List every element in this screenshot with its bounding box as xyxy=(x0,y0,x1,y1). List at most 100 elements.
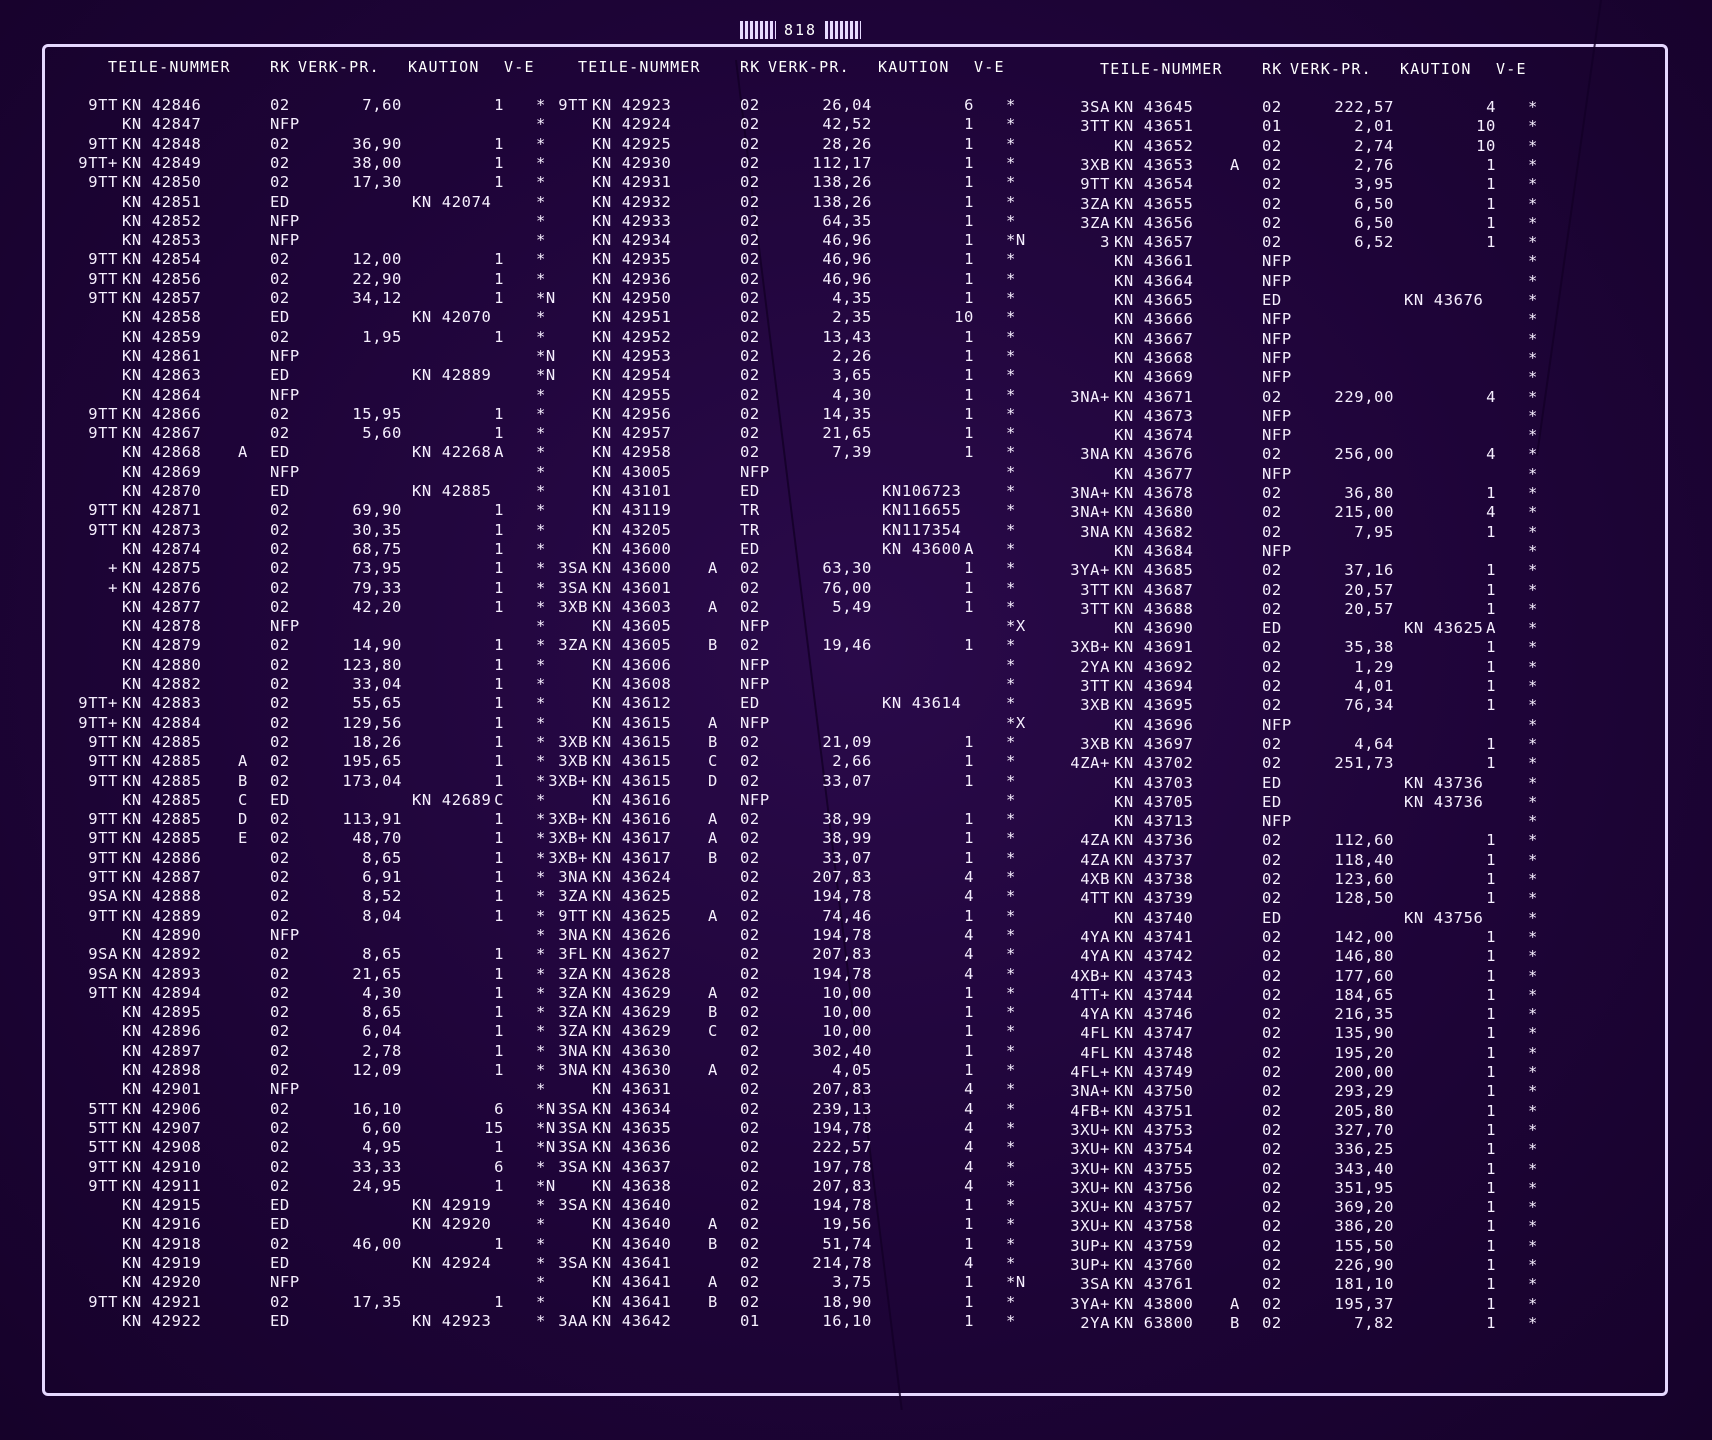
model-prefix: 9TT xyxy=(88,404,118,423)
rk-code: 02 xyxy=(270,675,290,693)
rk-code: 02 xyxy=(740,385,760,404)
rk-code: 02 xyxy=(1262,1313,1282,1332)
model-prefix: 3NA+ xyxy=(1070,1082,1110,1101)
part-number: KN 43600 xyxy=(592,539,672,558)
packing-unit: 4 xyxy=(964,1099,974,1118)
table-row: 9TT KN 42846 02 7,60 1 * xyxy=(58,96,558,115)
model-prefix: 3NA xyxy=(558,868,588,886)
row-marker: * xyxy=(1006,462,1016,481)
part-number: KN 42931 xyxy=(592,173,672,192)
part-number: KN 43695 xyxy=(1114,696,1194,715)
row-marker: * xyxy=(1006,153,1016,172)
sales-price: 293,29 xyxy=(1334,1082,1394,1101)
variant-code: D xyxy=(238,810,248,829)
rk-code: NFP xyxy=(1262,812,1292,831)
sales-price: 327,70 xyxy=(1334,1120,1394,1139)
rk-code: 02 xyxy=(1262,927,1282,946)
header-rk: RK xyxy=(270,58,291,76)
sales-price: 22,90 xyxy=(352,269,402,288)
model-prefix: 3XB+ xyxy=(548,810,588,829)
row-marker: * xyxy=(1006,404,1016,423)
table-row: 9TT KN 42923 02 26,04 6 * xyxy=(528,96,1028,115)
model-prefix: 3AA xyxy=(558,1311,588,1330)
rk-code: 02 xyxy=(740,173,760,192)
sales-price: 48,70 xyxy=(352,829,402,848)
model-prefix: 3 xyxy=(1100,233,1110,252)
rk-code: 02 xyxy=(1262,98,1282,116)
sales-price: 21,65 xyxy=(822,424,872,443)
rk-code: 02 xyxy=(1262,561,1282,580)
sales-price: 46,00 xyxy=(352,1234,402,1253)
table-row: KN 42925 02 28,26 1 * xyxy=(528,135,1028,154)
row-marker: *X xyxy=(1006,617,1026,636)
part-number: KN 43640 xyxy=(592,1196,672,1215)
model-prefix: 4TT+ xyxy=(1070,985,1110,1004)
table-row: 3XU+ KN 43758 02 386,20 1 * xyxy=(1050,1217,1550,1236)
rk-code: 02 xyxy=(740,559,760,578)
sales-price: 205,80 xyxy=(1334,1101,1394,1120)
row-marker: * xyxy=(1006,1041,1016,1060)
sales-price: 18,90 xyxy=(822,1292,872,1311)
sales-price: 4,05 xyxy=(832,1061,872,1079)
model-prefix: 9TT xyxy=(88,173,118,192)
rk-code: 02 xyxy=(740,1003,760,1022)
table-row: KN 42919 ED KN 42924 * xyxy=(58,1254,558,1273)
frame-number-label: 818 xyxy=(740,18,862,42)
header-deposit: KAUTION xyxy=(878,58,950,76)
rk-code: 02 xyxy=(270,1138,290,1157)
part-number: KN 43626 xyxy=(592,925,672,944)
table-row: KN 43205 TR KN117354 * xyxy=(528,521,1028,540)
part-number: KN 42956 xyxy=(592,404,672,423)
model-prefix: 3SA xyxy=(558,1118,588,1137)
table-row: 3 KN 43657 02 6,52 1 * xyxy=(1050,233,1550,252)
row-marker: * xyxy=(1528,329,1538,348)
table-row: 9TT+ KN 42849 02 38,00 1 * xyxy=(58,154,558,173)
rk-code: ED xyxy=(1262,773,1282,792)
part-number: KN 42887 xyxy=(122,868,202,886)
rk-code: 02 xyxy=(270,945,290,964)
row-marker: * xyxy=(1006,559,1016,578)
row-marker: * xyxy=(1006,694,1016,713)
header-price: VERK-PR. xyxy=(768,58,850,76)
model-prefix: 3ZA xyxy=(558,964,588,983)
header-rk: RK xyxy=(1262,60,1283,78)
part-number: KN 43760 xyxy=(1114,1256,1194,1274)
part-number: KN 43755 xyxy=(1114,1159,1194,1178)
sales-price: 2,66 xyxy=(832,752,872,771)
packing-unit: 1 xyxy=(964,173,974,192)
sales-price: 215,00 xyxy=(1334,503,1394,522)
rk-code: 02 xyxy=(270,520,290,539)
header-deposit: KAUTION xyxy=(1400,60,1472,78)
sales-price: 6,60 xyxy=(362,1118,402,1137)
table-row: KN 42957 02 21,65 1 * xyxy=(528,424,1028,443)
part-number: KN 43629 xyxy=(592,1022,672,1041)
rk-code: 02 xyxy=(740,868,760,886)
table-row: KN 43608 NFP * xyxy=(528,675,1028,694)
row-marker: * xyxy=(1528,1217,1538,1236)
sales-price: 195,20 xyxy=(1334,1043,1394,1062)
model-prefix: 9TT xyxy=(1080,175,1110,194)
model-prefix: 3ZA xyxy=(1080,194,1110,213)
sales-price: 8,04 xyxy=(362,906,402,925)
part-number: KN 42848 xyxy=(122,134,202,153)
rk-code: NFP xyxy=(1262,406,1292,425)
part-number: KN 43669 xyxy=(1114,368,1194,387)
model-prefix: 9TT xyxy=(88,1292,118,1311)
variant-code: B xyxy=(708,732,718,751)
part-number: KN 42896 xyxy=(122,1022,202,1041)
rk-code: NFP xyxy=(270,925,300,944)
model-prefix: 9TT xyxy=(88,848,118,867)
sales-price: 2,26 xyxy=(832,346,872,365)
sales-price: 46,96 xyxy=(822,269,872,288)
part-number: KN 43605 xyxy=(592,617,672,636)
row-marker: *N xyxy=(1006,1273,1026,1292)
rk-code: 02 xyxy=(740,1041,760,1060)
sales-price: 4,30 xyxy=(832,385,872,404)
packing-unit: 1 xyxy=(964,404,974,423)
table-row: KN 43101 ED KN106723 * xyxy=(528,482,1028,501)
rk-code: 02 xyxy=(1262,1024,1282,1043)
row-marker: * xyxy=(1528,657,1538,676)
table-row: 3XB+ KN 43617 A 02 38,99 1 * xyxy=(528,829,1028,848)
row-marker: * xyxy=(1006,752,1016,771)
table-row: 5TT KN 42908 02 4,95 1 *N xyxy=(58,1138,558,1157)
